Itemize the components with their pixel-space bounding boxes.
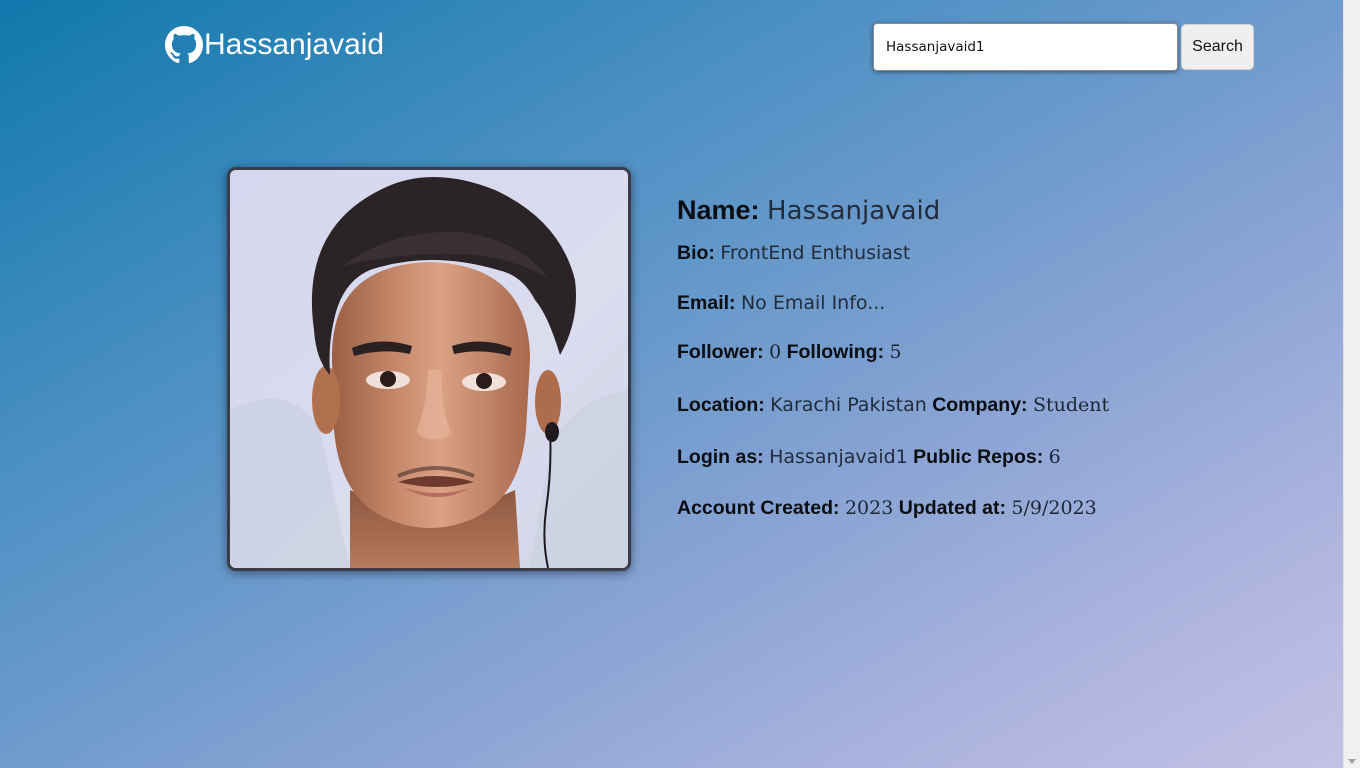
- login-line: Login as: Hassanjavaid1 Public Repos: 6: [677, 446, 1061, 469]
- repos-label: Public Repos:: [913, 446, 1044, 468]
- company-label: Company:: [932, 394, 1028, 416]
- brand: Hassanjavaid: [165, 26, 384, 64]
- email-value: No Email Info...: [740, 292, 886, 314]
- updated-value: 5/9/2023: [1011, 497, 1097, 519]
- login-value: Hassanjavaid1: [769, 446, 908, 468]
- location-label: Location:: [677, 394, 765, 416]
- updated-label: Updated at:: [898, 497, 1006, 519]
- login-label: Login as:: [677, 446, 764, 468]
- profile-name: Hassanjavaid: [767, 196, 941, 226]
- email-line: Email: No Email Info...: [677, 292, 885, 315]
- scroll-down-arrow-icon[interactable]: [1348, 759, 1356, 764]
- repos-value: 6: [1048, 446, 1061, 468]
- follow-line: Follower: 0 Following: 5: [677, 341, 902, 364]
- created-label: Account Created:: [677, 497, 840, 519]
- follower-value: 0: [769, 341, 782, 363]
- created-value: 2023: [844, 497, 894, 519]
- search-input[interactable]: [873, 23, 1178, 71]
- name-label: Name:: [677, 195, 760, 225]
- vertical-scrollbar[interactable]: [1343, 0, 1360, 768]
- following-label: Following:: [786, 341, 885, 363]
- github-icon: [165, 26, 203, 64]
- bio-value: FrontEnd Enthusiast: [720, 242, 911, 264]
- search-button[interactable]: Search: [1181, 24, 1254, 70]
- avatar: [227, 167, 631, 571]
- email-label: Email:: [677, 292, 736, 314]
- following-value: 5: [889, 341, 902, 363]
- follower-label: Follower:: [677, 341, 764, 363]
- bio-label: Bio:: [677, 242, 715, 264]
- bio-line: Bio: FrontEnd Enthusiast: [677, 242, 910, 265]
- company-value: Student: [1032, 394, 1110, 416]
- site-title: Hassanjavaid: [204, 28, 385, 61]
- profile-name-line: Name: Hassanjavaid: [677, 195, 940, 226]
- location-value: Karachi Pakistan: [770, 394, 927, 416]
- dates-line: Account Created: 2023 Updated at: 5/9/20…: [677, 497, 1097, 520]
- location-line: Location: Karachi Pakistan Company: Stud…: [677, 394, 1109, 417]
